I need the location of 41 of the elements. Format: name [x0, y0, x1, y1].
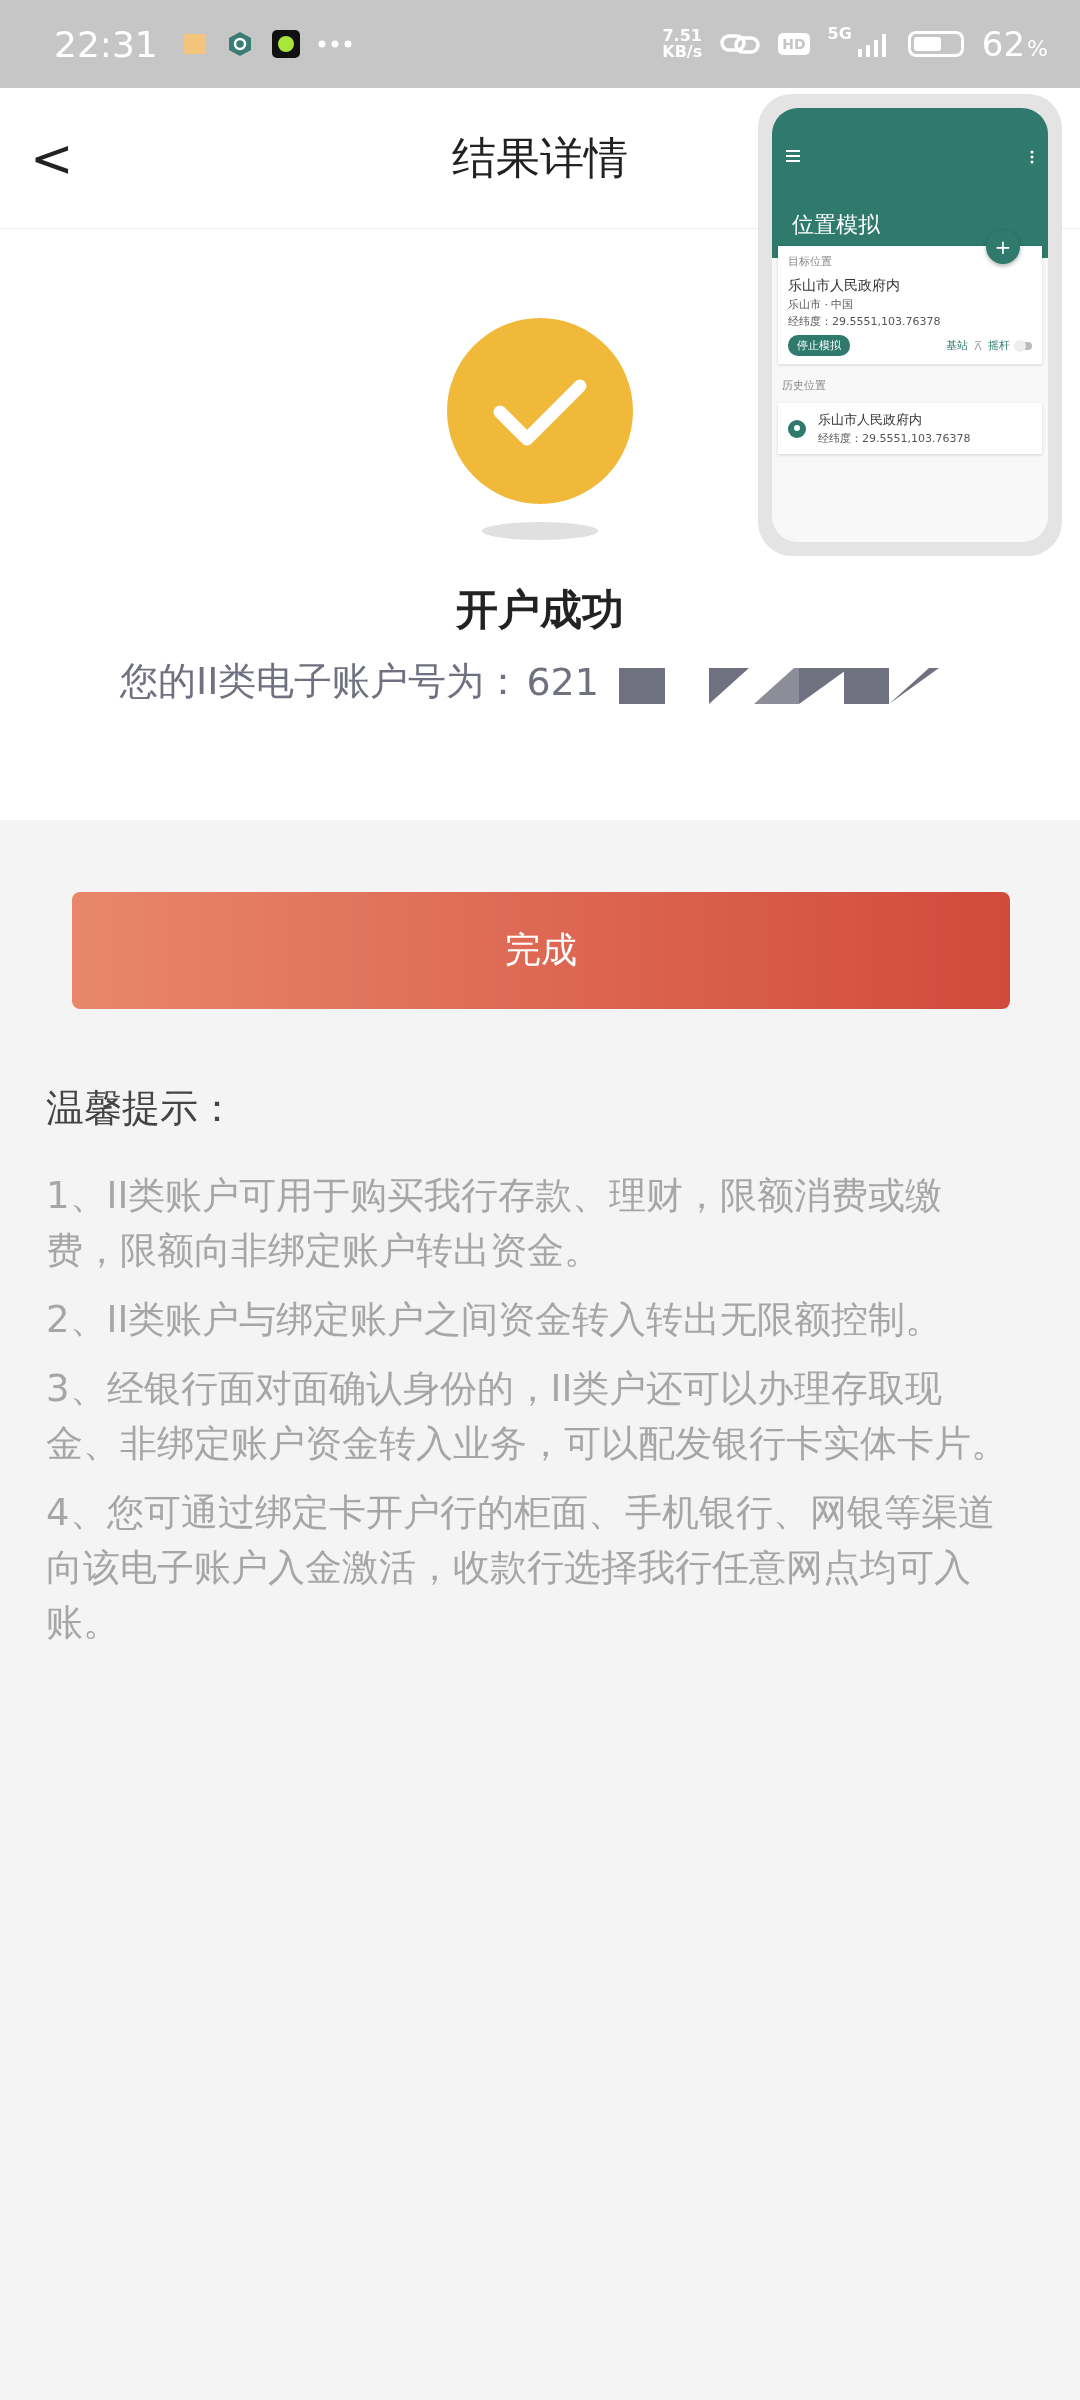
battery-unit: % [1027, 35, 1048, 61]
page-title: 结果详情 [452, 130, 628, 185]
section-label: 历史位置 [782, 378, 827, 393]
account-number: 621 [526, 659, 599, 704]
speed-value: 7.51 [662, 28, 702, 44]
tip-text: 1、II类账户可用于购买我行存款、理财，限额消费或缴费，限额向非绑定账户转出资金。 [46, 1173, 944, 1274]
note-icon [181, 31, 208, 57]
stop-button[interactable]: 停止模拟 [788, 335, 850, 356]
check-icon [445, 316, 635, 506]
network-type: 5G [827, 24, 852, 43]
result-title: 开户成功 [456, 584, 624, 636]
app-icon [271, 30, 300, 58]
section-label: 目标位置 [788, 254, 833, 269]
done-button[interactable]: 完成 [72, 892, 1010, 1009]
back-button[interactable]: < [0, 128, 90, 188]
more-icon [317, 40, 352, 48]
place-coords: 经纬度：29.5551,103.76378 [788, 314, 942, 329]
joystick-label: 摇杆 [988, 338, 1010, 353]
link-icon [720, 32, 761, 56]
tip-text: 4、您可通过绑定卡开户行的柜面、手机银行、网银等渠道向该电子账户入金激活，收款行选择我行任意网点均可入账。 [46, 1490, 996, 1646]
speed-unit: KB/s [662, 44, 703, 60]
place-region: 乐山市 · 中国 [788, 297, 855, 312]
app-title: 位置模拟 [792, 211, 881, 239]
history-item[interactable]: 乐山市人民政府内 经纬度：29.5551,103.76378 [778, 403, 1042, 454]
location-pin-icon [788, 419, 806, 438]
more-icon[interactable] [1030, 150, 1034, 164]
tip-text: 3、经银行面对面确认身份的，II类户还可以办理存取现金、非绑定账户资金转入业务，可以配发银行卡实体卡片。 [46, 1366, 1008, 1467]
hd-badge: HD [778, 33, 810, 55]
battery-percent: 62 [981, 24, 1026, 64]
menu-icon[interactable] [786, 150, 800, 162]
status-time: 22:31 [54, 23, 158, 65]
base-station-label: 基站 [946, 338, 968, 353]
history-place: 乐山市人民政府内 [818, 411, 923, 429]
tips-title: 温馨提示： [46, 1085, 237, 1132]
joystick-toggle[interactable] [1016, 341, 1032, 350]
account-label: 您的II类电子账户号为： [120, 658, 523, 705]
tip-text: 2、II类账户与绑定账户之间资金转入转出无限额控制。 [46, 1297, 944, 1343]
place-name: 乐山市人民政府内 [788, 277, 901, 295]
history-coords: 经纬度：29.5551,103.76378 [818, 431, 971, 446]
battery-icon [907, 31, 964, 57]
antenna-icon[interactable] [974, 341, 982, 350]
